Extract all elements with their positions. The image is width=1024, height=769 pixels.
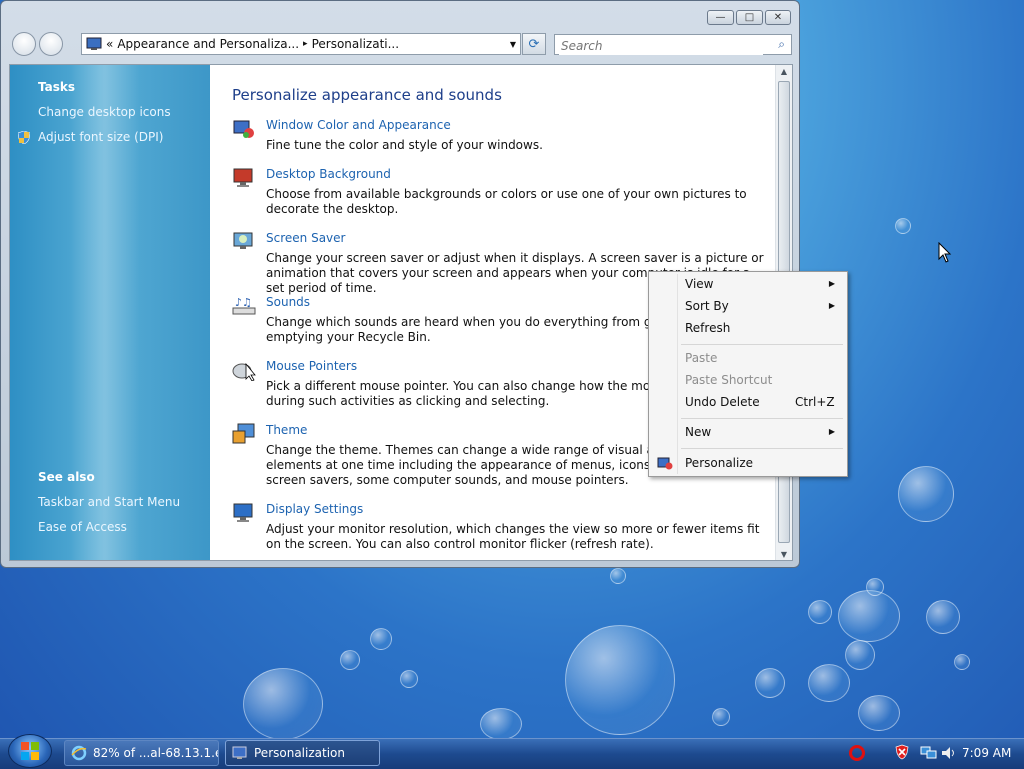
submenu-arrow-icon: ▶	[828, 301, 835, 310]
menu-item-paste-shortcut[interactable]: Paste Shortcut	[651, 370, 845, 390]
volume-icon[interactable]	[940, 745, 958, 761]
search-box[interactable]: ⌕	[554, 34, 792, 55]
menu-separator	[681, 418, 843, 419]
sounds-icon: ♪♫	[232, 296, 256, 315]
menu-item-new[interactable]: New ▶	[651, 422, 845, 442]
caption-buttons: — □ ✕	[707, 10, 791, 25]
address-dropdown-icon[interactable]: ▼	[510, 40, 516, 49]
item-description: Adjust your monitor resolution, which ch…	[266, 522, 760, 551]
task-pane: Tasks Change desktop icons Adjust font s…	[10, 65, 210, 560]
desktop-context-menu: View ▶ Sort By ▶ Refresh Paste Paste Short…	[648, 271, 848, 477]
item-description: Choose from available backgrounds or col…	[266, 187, 747, 216]
taskbar-button-label: Personalization	[254, 746, 345, 760]
task-adjust-font-size[interactable]: Adjust font size (DPI)	[38, 130, 163, 144]
breadcrumb-chevron[interactable]: «	[106, 37, 113, 51]
submenu-arrow-icon: ▶	[828, 427, 835, 436]
display-settings-icon	[233, 503, 253, 522]
menu-item-sort-by[interactable]: Sort By ▶	[651, 296, 845, 316]
see-also-heading: See also	[38, 470, 95, 484]
taskbar-button-personalization[interactable]: Personalization	[225, 740, 380, 766]
window-color-icon	[233, 120, 254, 138]
search-input[interactable]	[559, 36, 763, 55]
menu-item-personalize[interactable]: Personalize	[651, 453, 845, 473]
refresh-button[interactable]: ⟳	[522, 33, 546, 55]
antivirus-icon[interactable]	[849, 745, 865, 761]
item-title[interactable]: Screen Saver	[266, 231, 345, 245]
item-title[interactable]: Mouse Pointers	[266, 359, 357, 373]
menu-separator	[681, 344, 843, 345]
breadcrumb-personalization[interactable]: Personalizati...	[312, 37, 399, 51]
task-change-desktop-icons[interactable]: Change desktop icons	[38, 105, 171, 119]
theme-icon	[232, 423, 255, 444]
back-button[interactable]	[12, 32, 36, 56]
scroll-down-icon[interactable]: ▼	[776, 548, 792, 560]
menu-item-paste[interactable]: Paste	[651, 348, 845, 368]
desktop-background-icon	[233, 168, 253, 187]
menu-item-view[interactable]: View ▶	[651, 274, 845, 294]
menu-item-refresh[interactable]: Refresh	[651, 318, 845, 338]
breadcrumb-appearance[interactable]: Appearance and Personaliza...	[117, 37, 299, 51]
see-also-ease-of-access[interactable]: Ease of Access	[38, 520, 127, 534]
taskbar-button-label: 82% of ...al-68.13.1.e...	[93, 746, 218, 760]
address-bar[interactable]: « Appearance and Personaliza... ▸ Person…	[81, 33, 521, 55]
taskbar-clock[interactable]: 7:09 AM	[962, 738, 1011, 768]
close-icon: ✕	[773, 12, 783, 23]
start-button[interactable]	[8, 734, 52, 768]
mouse-cursor-icon	[938, 242, 952, 263]
svg-text:♪♫: ♪♫	[235, 296, 252, 309]
page-title: Personalize appearance and sounds	[232, 86, 502, 104]
taskbar-button-download[interactable]: 82% of ...al-68.13.1.e...	[64, 740, 219, 766]
control-panel-icon	[86, 37, 102, 50]
breadcrumb-separator[interactable]: ▸	[303, 39, 308, 49]
item-title[interactable]: Sounds	[266, 295, 310, 309]
minimize-button[interactable]: —	[707, 10, 734, 25]
item-title[interactable]: Theme	[266, 423, 307, 437]
item-title[interactable]: Window Color and Appearance	[266, 118, 451, 132]
tasks-heading: Tasks	[38, 80, 76, 94]
search-icon[interactable]: ⌕	[778, 37, 785, 52]
personalization-icon	[232, 746, 247, 759]
personalize-icon	[657, 457, 673, 470]
item-description: Fine tune the color and style of your wi…	[266, 138, 543, 152]
windows-logo-icon	[21, 742, 39, 760]
minimize-icon: —	[715, 12, 726, 23]
maximize-button[interactable]: □	[736, 10, 763, 25]
submenu-arrow-icon: ▶	[828, 279, 835, 288]
item-title[interactable]: Display Settings	[266, 502, 363, 516]
forward-button[interactable]	[39, 32, 63, 56]
menu-separator	[681, 448, 843, 449]
refresh-icon: ⟳	[528, 36, 540, 52]
maximize-icon: □	[744, 12, 755, 23]
shortcut-label: Ctrl+Z	[795, 395, 835, 409]
item-title[interactable]: Desktop Background	[266, 167, 391, 181]
internet-explorer-icon	[71, 745, 87, 761]
close-button[interactable]: ✕	[765, 10, 791, 25]
screen-saver-icon	[233, 232, 253, 249]
scroll-up-icon[interactable]: ▲	[776, 65, 792, 79]
security-alert-icon[interactable]	[894, 744, 910, 760]
menu-item-undo-delete[interactable]: Undo Delete Ctrl+Z	[651, 392, 845, 412]
network-icon[interactable]	[920, 745, 938, 761]
see-also-taskbar[interactable]: Taskbar and Start Menu	[38, 495, 180, 509]
mouse-pointers-icon	[232, 362, 256, 381]
shield-icon	[18, 131, 30, 144]
